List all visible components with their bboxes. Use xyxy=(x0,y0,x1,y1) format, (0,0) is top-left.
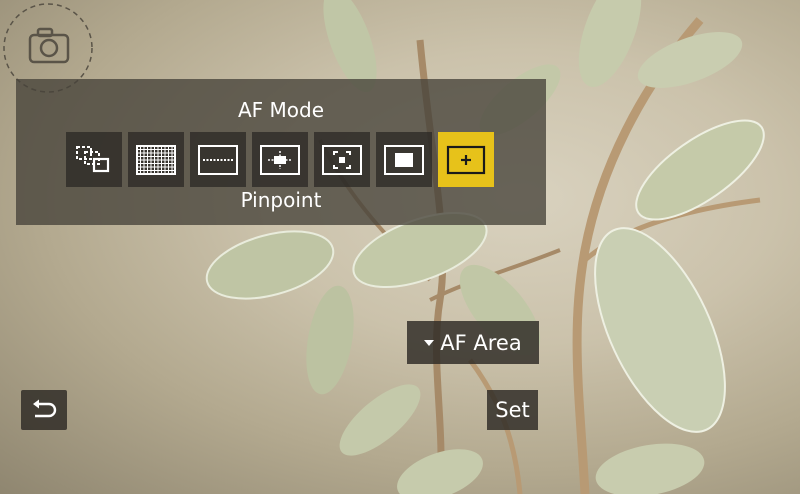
pinpoint-af-option[interactable] xyxy=(438,132,494,187)
selected-af-mode-name: Pinpoint xyxy=(240,188,322,212)
pinpoint-af-icon xyxy=(446,145,486,174)
one-area-plus-af-icon xyxy=(384,144,424,175)
zone-vertical-af-icon xyxy=(260,144,300,175)
zone-vertical-af-option[interactable] xyxy=(252,132,308,187)
af-area-label: AF Area xyxy=(440,330,522,355)
all-area-af-icon xyxy=(136,144,176,175)
photo-background xyxy=(0,0,800,494)
one-area-af-icon xyxy=(322,144,362,175)
one-area-af-option[interactable] xyxy=(314,132,370,187)
tracking-af-option[interactable] xyxy=(66,132,122,187)
return-arrow-icon xyxy=(33,399,57,418)
af-mode-title: AF Mode xyxy=(237,98,325,122)
all-area-af-option[interactable] xyxy=(128,132,184,187)
af-area-button[interactable]: AF Area xyxy=(407,321,539,364)
zone-horizontal-af-icon xyxy=(198,144,238,175)
triangle-down-icon xyxy=(424,339,435,346)
set-button[interactable]: Set xyxy=(487,390,538,430)
back-button[interactable] xyxy=(21,390,67,430)
plant-illustration xyxy=(205,0,765,494)
set-label: Set xyxy=(495,398,530,422)
one-area-plus-af-option[interactable] xyxy=(376,132,432,187)
zone-horizontal-af-option[interactable] xyxy=(190,132,246,187)
tracking-af-icon xyxy=(76,145,110,172)
